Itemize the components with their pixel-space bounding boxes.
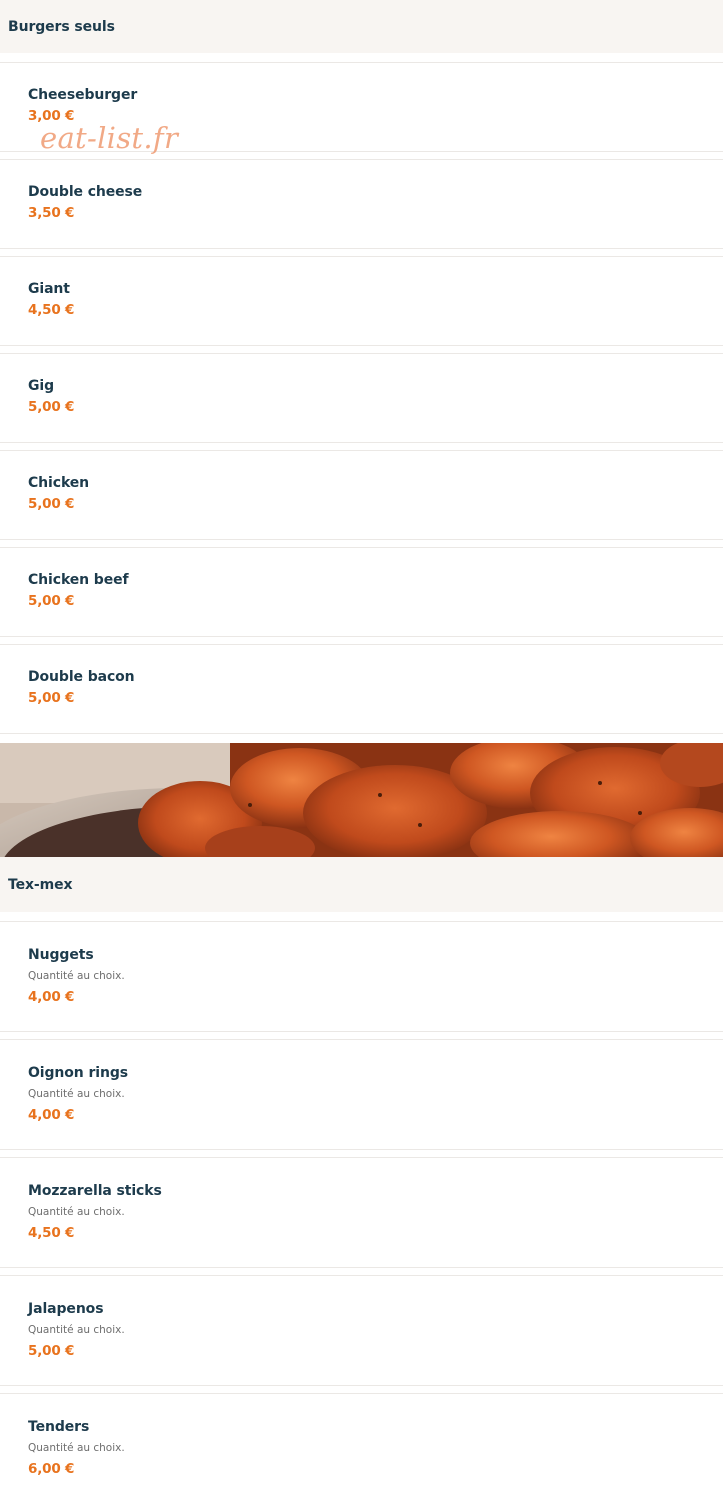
item-name: Nuggets (28, 947, 94, 963)
item-price: 5,00 € (28, 496, 75, 512)
item-price: 4,00 € (28, 989, 75, 1005)
item-price: 5,00 € (28, 593, 75, 609)
section-header-burgers-seuls: Burgers seuls (0, 0, 723, 53)
item-name: Gig (28, 378, 55, 394)
item-name: Jalapenos (28, 1301, 104, 1317)
item-price: 4,00 € (28, 1107, 75, 1123)
section-title: Tex-mex (8, 876, 73, 893)
menu-item-mozzarella-sticks[interactable]: Mozzarella sticks Quantité au choix. 4,5… (0, 1157, 723, 1268)
item-name: Double bacon (28, 669, 135, 685)
menu-item-tenders[interactable]: Tenders Quantité au choix. 6,00 € (0, 1393, 723, 1500)
item-name: Double cheese (28, 184, 143, 200)
section-title: Burgers seuls (8, 18, 115, 35)
item-price: 4,50 € (28, 1225, 75, 1241)
item-name: Chicken (28, 475, 90, 491)
item-price: 3,00 € (28, 108, 75, 124)
item-description: Quantité au choix. (28, 1324, 125, 1336)
menu-item-oignon-rings[interactable]: Oignon rings Quantité au choix. 4,00 € (0, 1039, 723, 1150)
item-description: Quantité au choix. (28, 970, 125, 982)
item-description: Quantité au choix. (28, 1206, 125, 1218)
item-name: Cheeseburger (28, 87, 138, 103)
menu-item-gig[interactable]: Gig 5,00 € (0, 353, 723, 443)
menu-item-double-cheese[interactable]: Double cheese 3,50 € (0, 159, 723, 249)
menu-page: Burgers seuls Cheeseburger 3,00 € Double… (0, 0, 723, 1500)
item-price: 5,00 € (28, 399, 75, 415)
item-price: 5,00 € (28, 690, 75, 706)
item-description: Quantité au choix. (28, 1088, 125, 1100)
tex-mex-banner-image (0, 743, 723, 857)
item-description: Quantité au choix. (28, 1442, 125, 1454)
menu-item-double-bacon[interactable]: Double bacon 5,00 € (0, 644, 723, 734)
chicken-wings-photo (0, 743, 723, 857)
item-name: Giant (28, 281, 70, 297)
item-name: Mozzarella sticks (28, 1183, 162, 1199)
section-burgers-seuls-list: Cheeseburger 3,00 € Double cheese 3,50 €… (0, 53, 723, 743)
item-price: 5,00 € (28, 1343, 75, 1359)
menu-item-nuggets[interactable]: Nuggets Quantité au choix. 4,00 € (0, 921, 723, 1032)
item-name: Oignon rings (28, 1065, 128, 1081)
menu-item-jalapenos[interactable]: Jalapenos Quantité au choix. 5,00 € (0, 1275, 723, 1386)
section-header-tex-mex: Tex-mex (0, 857, 723, 912)
item-price: 3,50 € (28, 205, 75, 221)
menu-item-chicken-beef[interactable]: Chicken beef 5,00 € (0, 547, 723, 637)
item-price: 6,00 € (28, 1461, 75, 1477)
menu-item-giant[interactable]: Giant 4,50 € (0, 256, 723, 346)
section-tex-mex-list: Nuggets Quantité au choix. 4,00 € Oignon… (0, 912, 723, 1500)
menu-item-cheeseburger[interactable]: Cheeseburger 3,00 € (0, 62, 723, 152)
item-name: Chicken beef (28, 572, 129, 588)
menu-item-chicken[interactable]: Chicken 5,00 € (0, 450, 723, 540)
item-price: 4,50 € (28, 302, 75, 318)
item-name: Tenders (28, 1419, 90, 1435)
